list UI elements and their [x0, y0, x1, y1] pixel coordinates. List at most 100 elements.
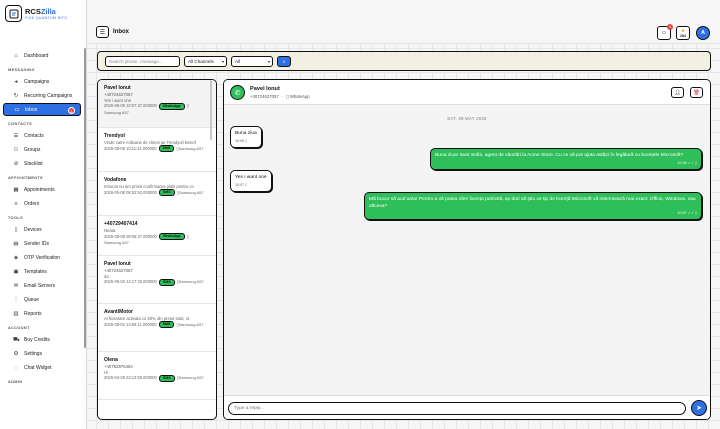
sidebar-item-label: Reports	[24, 310, 42, 317]
sidebar-item-contacts[interactable]: ☰ Contacts	[3, 129, 81, 142]
credits-button[interactable]: ● 284	[676, 26, 690, 40]
channel-select-value: All Channels	[188, 59, 214, 64]
brand[interactable]: RCSZilla FIVE QUANTUM BITS	[5, 5, 83, 39]
nav-section-label: ADMIN	[8, 380, 23, 384]
conversation-list-scrollbar[interactable]	[210, 80, 212, 140]
conversation-item[interactable]: +40729407414 Neata 2026-05-08 08:05:37.000…	[98, 216, 216, 256]
conversation-item[interactable]: Vodafone Intrucat nu am primit confirmare…	[98, 172, 216, 216]
phone-icon: ▯	[186, 233, 189, 239]
message-time: 10:07 ▯	[235, 183, 267, 188]
message-text: Yes i want one	[235, 175, 267, 180]
sidebar-item-buy-credits[interactable]: ⛟ Buy Credits	[3, 333, 81, 346]
template-icon: ▣	[13, 268, 19, 275]
conversation-meta: 2026-05-02 13:58:11.000000 SMS ▯ Samsung A…	[104, 321, 211, 329]
inbox-icon: ▭	[14, 106, 20, 113]
sidebar-item-label: Appointments	[24, 186, 55, 193]
mail-icon: ✉	[13, 282, 19, 289]
notifications-button[interactable]: ▭ 4	[657, 24, 673, 40]
delete-conversation-button[interactable]: 🗑︎	[690, 87, 703, 98]
chat-header: ✆ Pavel Ionut +40724627057 · ▯ WhatsApp 👤︎…	[224, 80, 710, 105]
sidebar-scrollbar[interactable]	[84, 48, 86, 348]
send-button[interactable]: ➤	[691, 400, 707, 416]
sidebar-item-appointments[interactable]: ▦ Appointments	[3, 183, 81, 196]
conversation-device: Samsung A57	[178, 321, 204, 327]
sidebar-item-otp-verification[interactable]: ◈ OTP Verification	[3, 251, 81, 264]
conversation-meta: 2026-05-08 08:05:37.000000 WhatsApp ▯ Sams…	[104, 233, 211, 246]
channel-badge: SMS	[158, 374, 175, 382]
sidebar-item-settings[interactable]: ⚙ Settings	[3, 347, 81, 360]
credits-count: 284	[680, 34, 686, 38]
sidebar-item-orders[interactable]: ≡ Orders	[3, 197, 81, 210]
sidebar-item-campaigns[interactable]: ◂ Campaigns	[3, 75, 81, 88]
reply-input[interactable]	[228, 402, 686, 415]
sidebar-item-label: Devices	[24, 226, 42, 233]
conversation-device: Samsung A57	[104, 240, 129, 246]
conversation-time: 2026-05-08 08:05:37.000000	[104, 233, 157, 239]
conversation-name: Pavel Ionut	[104, 261, 131, 267]
sidebar-item-dashboard[interactable]: ⌂ Dashboard	[3, 49, 81, 62]
conversation-item[interactable]: Pavel Ionut +40724627057 Yes i want one 202…	[98, 80, 216, 128]
channel-badge: SMS	[158, 189, 175, 197]
conversation-item[interactable]: AvantiMotor Ai finantare activata cu 50% …	[98, 304, 216, 352]
sidebar-item-label: Chat Widget	[24, 364, 52, 371]
sidebar-item-queue[interactable]: ⋮ Queue	[3, 293, 81, 306]
groups-icon: ⚇	[13, 146, 19, 153]
sidebar-item-reports[interactable]: ▥ Reports	[3, 307, 81, 320]
phone-icon: ▯	[14, 226, 18, 233]
menu-toggle-button[interactable]: ☰	[96, 26, 109, 38]
incoming-message: Yes i want one 10:07 ▯	[230, 170, 272, 192]
sidebar-item-sender-ids[interactable]: ▤ Sender IDs	[3, 237, 81, 250]
sidebar-item-label: OTP Verification	[24, 254, 61, 261]
message-time: 10:06 ▯	[235, 139, 257, 144]
chat-channel: WhatsApp	[289, 94, 310, 99]
channel-badge: SMS	[158, 278, 175, 286]
message-time: 10:07 ✓✓ ▯	[369, 211, 698, 216]
status-select[interactable]: All ▾	[231, 56, 273, 67]
id-icon: ▤	[13, 240, 19, 247]
avatar[interactable]: A	[696, 26, 710, 40]
chevron-down-icon: ▾	[267, 59, 270, 64]
sidebar-item-templates[interactable]: ▣ Templates	[3, 265, 81, 278]
sidebar-item-email-servers[interactable]: ✉ Email Servers	[3, 279, 81, 292]
sidebar-item-label: Email Servers	[24, 282, 56, 289]
user-icon: 👤︎	[674, 89, 681, 96]
search-icon: ⌕	[282, 58, 286, 65]
sidebar: RCSZilla FIVE QUANTUM BITS ⌂ Dashboard MES…	[0, 0, 87, 429]
message-text: Buna ziua	[235, 131, 257, 136]
channel-select[interactable]: All Channels ▾	[184, 56, 227, 67]
phone-icon: ▯	[244, 138, 248, 143]
channel-badge: WhatsApp	[158, 102, 185, 110]
search-input[interactable]	[105, 56, 180, 67]
conversation-name: +40729407414	[104, 221, 138, 227]
message-time: 10:06 ✓✓ ▯	[435, 161, 698, 166]
search-button[interactable]: ⌕	[277, 56, 291, 67]
page-title: Inbox	[113, 29, 129, 35]
channel-badge: SMS	[158, 321, 175, 329]
conversation-time: 2026-05-02 13:58:11.000000	[104, 321, 157, 327]
conversation-item[interactable]: Olena +40752876464 Hi 2026-04-29 22:13:50.0…	[98, 352, 216, 400]
sidebar-item-devices[interactable]: ▯ Devices	[3, 223, 81, 236]
conversation-item[interactable]: Pavel Ionut +40724627057 da 2026-05-03 14:1…	[98, 256, 216, 304]
conversation-item[interactable]: Trendyol Vinde catre milioane de clienti …	[98, 128, 216, 172]
sidebar-item-label: Groups	[24, 146, 41, 153]
sidebar-item-label: Settings	[24, 350, 43, 357]
phone-icon: ▯	[244, 182, 248, 187]
unread-badge: 1	[68, 107, 75, 114]
chat-contact-details: +40724627057 · ▯ WhatsApp	[250, 94, 310, 100]
incoming-message: Buna ziua 10:06 ▯	[230, 126, 262, 148]
sidebar-item-groups[interactable]: ⚇ Groups	[3, 143, 81, 156]
block-icon: ⊘	[13, 160, 19, 167]
sidebar-item-label: Recurring Campaigns	[24, 92, 73, 99]
send-icon: ➤	[696, 405, 702, 412]
calendar-icon: ▦	[13, 186, 19, 193]
sidebar-item-label: Stacklist	[24, 160, 43, 167]
sidebar-item-stacklist[interactable]: ⊘ Stacklist	[3, 157, 81, 170]
message-time-value: 10:07	[677, 211, 687, 216]
sidebar-item-inbox[interactable]: ▭ Inbox 1	[3, 103, 81, 116]
sidebar-item-chat-widget[interactable]: ◌ Chat Widget	[3, 361, 81, 374]
sidebar-item-recurring-campaigns[interactable]: ↻ Recurring Campaigns	[3, 89, 81, 102]
conversation-name: Vodafone	[104, 177, 127, 183]
logo-icon	[5, 5, 22, 22]
gear-icon: ⚙	[13, 350, 19, 357]
contact-profile-button[interactable]: 👤︎	[671, 87, 684, 98]
